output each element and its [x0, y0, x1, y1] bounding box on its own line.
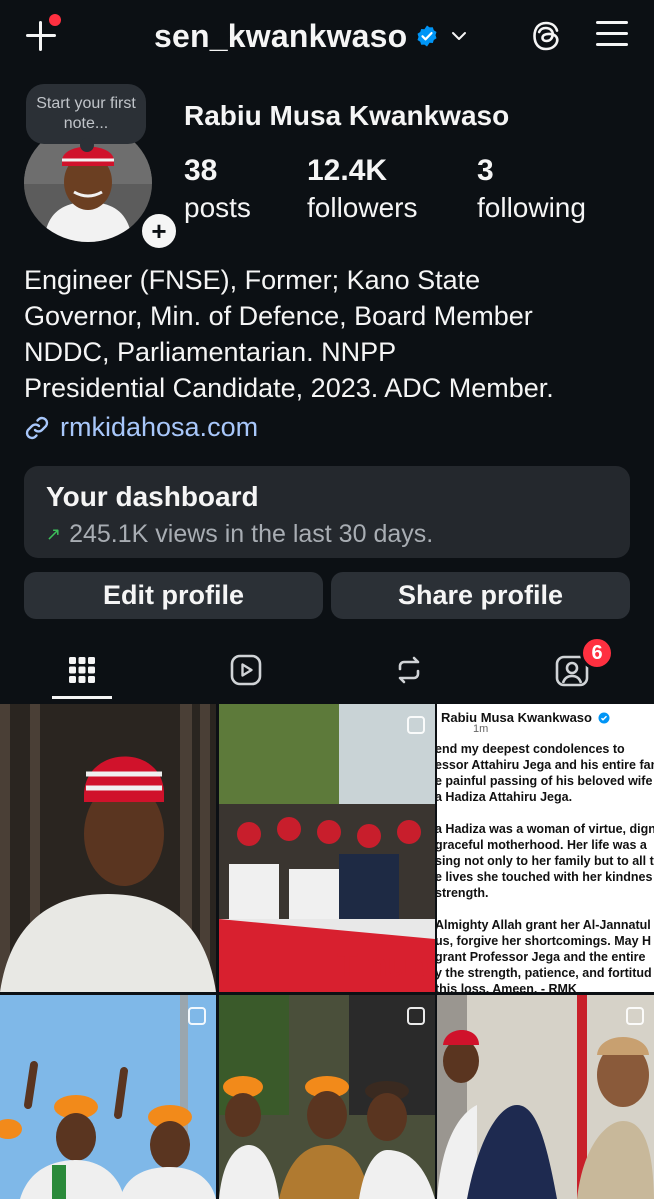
- post-thumbnail[interactable]: [0, 704, 216, 992]
- profile-tabs: [0, 640, 654, 702]
- reels-icon: [230, 654, 262, 686]
- post-thumbnail[interactable]: Tinub: [219, 704, 435, 992]
- bio-line: Governor, Min. of Defence, Board Member: [24, 301, 533, 331]
- notification-dot: [49, 14, 61, 26]
- bio-line: NDDC, Parliamentarian. NNPP: [24, 337, 397, 367]
- share-profile-button[interactable]: Share profile: [331, 572, 630, 619]
- post-image: [437, 995, 654, 1199]
- dashboard-title: Your dashboard: [46, 481, 259, 512]
- bio-line: Engineer (FNSE), Former; Kano State: [24, 265, 481, 295]
- tagged-count-badge: 6: [580, 636, 614, 670]
- display-name: Rabiu Musa Kwankwaso: [184, 100, 510, 131]
- profile-link-text: rmkidahosa.com: [60, 412, 259, 442]
- stat-label: following: [477, 192, 586, 223]
- threads-icon[interactable]: [528, 18, 564, 54]
- link-icon: [25, 416, 49, 439]
- stat-label: followers: [307, 192, 418, 223]
- tab-reposts[interactable]: [389, 650, 429, 690]
- edit-profile-button[interactable]: Edit profile: [24, 572, 323, 619]
- stat-value: 38: [184, 154, 218, 187]
- stat-label: posts: [184, 192, 251, 223]
- bio-line: Presidential Candidate, 2023. ADC Member…: [24, 373, 554, 403]
- account-switcher[interactable]: sen_kwankwaso: [154, 14, 469, 58]
- post-thumbnail[interactable]: Rabiu Musa Kwankwaso 1m end my deepest c…: [437, 704, 654, 992]
- multiple-photos-icon: [407, 1007, 425, 1025]
- text-post-author: Rabiu Musa Kwankwaso: [441, 710, 592, 725]
- text-post-body: end my deepest condolences to essor Atta…: [437, 742, 654, 992]
- post-image: Tinub: [219, 704, 435, 992]
- dashboard-subtitle: 245.1K views in the last 30 days.: [69, 520, 434, 548]
- tab-grid[interactable]: [62, 650, 102, 690]
- tab-reels[interactable]: [226, 650, 266, 690]
- posts-stat[interactable]: 38 posts: [184, 152, 251, 226]
- post-grid: Tinub Rabiu Musa Kwankwaso 1m end my dee…: [0, 704, 654, 1199]
- trend-up-icon: ↗: [46, 524, 62, 544]
- multiple-photos-icon: [626, 1007, 644, 1025]
- post-image: [219, 995, 435, 1199]
- following-stat[interactable]: 3 following: [477, 152, 586, 226]
- stat-value: 3: [477, 154, 494, 187]
- dashboard-subtitle-row: ↗ 245.1K views in the last 30 days.: [46, 520, 608, 549]
- post-thumbnail[interactable]: [219, 995, 435, 1199]
- dashboard-card[interactable]: Your dashboard ↗ 245.1K views in the las…: [24, 466, 630, 558]
- multiple-photos-icon: [188, 1007, 206, 1025]
- post-image: [0, 995, 216, 1199]
- add-story-button[interactable]: +: [138, 210, 180, 252]
- verified-badge-icon: [417, 25, 437, 47]
- bio: Engineer (FNSE), Former; Kano State Gove…: [24, 262, 634, 406]
- post-thumbnail[interactable]: [437, 995, 654, 1199]
- top-bar: sen_kwankwaso: [0, 0, 654, 72]
- menu-icon[interactable]: [596, 20, 628, 48]
- followers-stat[interactable]: 12.4K followers: [307, 152, 417, 226]
- chevron-down-icon: [452, 32, 467, 40]
- username: sen_kwankwaso: [154, 17, 408, 54]
- banner-text: Tinub: [337, 946, 429, 984]
- stat-value: 12.4K: [307, 154, 388, 187]
- verified-badge-icon: [598, 712, 610, 723]
- create-button[interactable]: [22, 14, 62, 54]
- note-bubble[interactable]: Start your first note...: [26, 84, 146, 152]
- grid-icon: [69, 657, 95, 683]
- post-image: [0, 704, 216, 992]
- plus-icon-vertical: [39, 21, 42, 51]
- multiple-photos-icon: [407, 716, 425, 734]
- post-thumbnail[interactable]: [0, 995, 216, 1199]
- text-post: Rabiu Musa Kwankwaso 1m end my deepest c…: [437, 704, 654, 992]
- profile-link[interactable]: rmkidahosa.com: [24, 412, 258, 443]
- active-tab-indicator: [52, 696, 112, 699]
- repost-icon: [398, 656, 420, 684]
